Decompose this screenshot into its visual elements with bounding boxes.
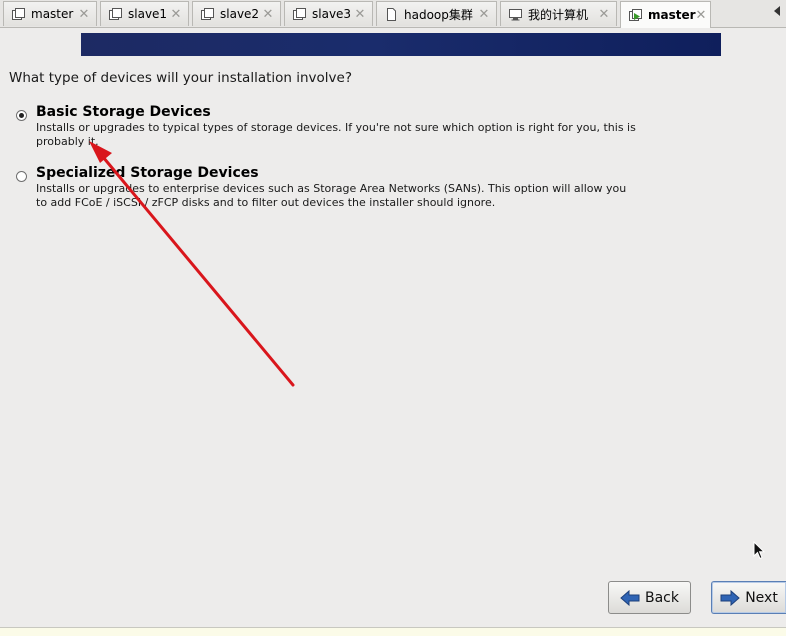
radio-basic-storage[interactable] xyxy=(16,110,27,121)
tab-slave2[interactable]: slave2 ✕ xyxy=(192,1,281,26)
vm-running-icon xyxy=(629,8,642,22)
option-title: Specialized Storage Devices xyxy=(36,165,259,181)
next-button-label: Next xyxy=(745,589,778,606)
arrow-right-icon xyxy=(720,589,740,606)
option-description: Installs or upgrades to typical types of… xyxy=(36,121,636,148)
close-icon[interactable]: ✕ xyxy=(696,8,707,23)
close-icon[interactable]: ✕ xyxy=(169,7,183,22)
tab-hadoop-cluster[interactable]: hadoop集群 ✕ xyxy=(376,1,497,26)
close-icon[interactable]: ✕ xyxy=(477,7,491,22)
tab-label: master xyxy=(31,7,74,21)
close-icon[interactable]: ✕ xyxy=(261,7,275,22)
tab-master-active[interactable]: master ✕ xyxy=(620,1,711,28)
document-icon xyxy=(385,7,398,21)
vm-icon xyxy=(109,7,122,21)
tab-slave3[interactable]: slave3 ✕ xyxy=(284,1,373,26)
back-button-label: Back xyxy=(645,589,679,606)
tab-label: slave3 xyxy=(312,7,352,21)
option-title: Basic Storage Devices xyxy=(36,104,211,120)
back-button[interactable]: Back xyxy=(608,581,691,614)
tab-label: slave2 xyxy=(220,7,260,21)
tab-label: slave1 xyxy=(128,7,168,21)
computer-icon xyxy=(509,8,522,21)
vm-tab-bar: master ✕ slave1 ✕ slave2 ✕ slave3 ✕ hado… xyxy=(0,0,786,28)
close-icon[interactable]: ✕ xyxy=(353,7,367,22)
next-button[interactable]: Next xyxy=(711,581,786,614)
tab-slave1[interactable]: slave1 ✕ xyxy=(100,1,189,26)
installer-banner xyxy=(81,33,721,56)
tab-my-computer[interactable]: 我的计算机 ✕ xyxy=(500,1,617,26)
radio-specialized-storage[interactable] xyxy=(16,171,27,182)
close-icon[interactable]: ✕ xyxy=(597,7,611,22)
close-icon[interactable]: ✕ xyxy=(77,7,91,22)
tab-master[interactable]: master ✕ xyxy=(3,1,97,26)
vm-icon xyxy=(201,7,214,21)
tab-scroll-left-icon[interactable] xyxy=(774,6,780,16)
vm-icon xyxy=(12,7,25,21)
tab-label: hadoop集群 xyxy=(404,7,473,22)
page-question: What type of devices will your installat… xyxy=(9,70,353,86)
tab-label: 我的计算机 xyxy=(528,7,589,22)
mouse-cursor-icon xyxy=(753,541,765,560)
vm-icon xyxy=(293,7,306,21)
tab-label: master xyxy=(648,8,696,22)
option-description: Installs or upgrades to enterprise devic… xyxy=(36,182,627,209)
annotation-arrow xyxy=(89,141,295,387)
arrow-left-icon xyxy=(620,589,640,606)
